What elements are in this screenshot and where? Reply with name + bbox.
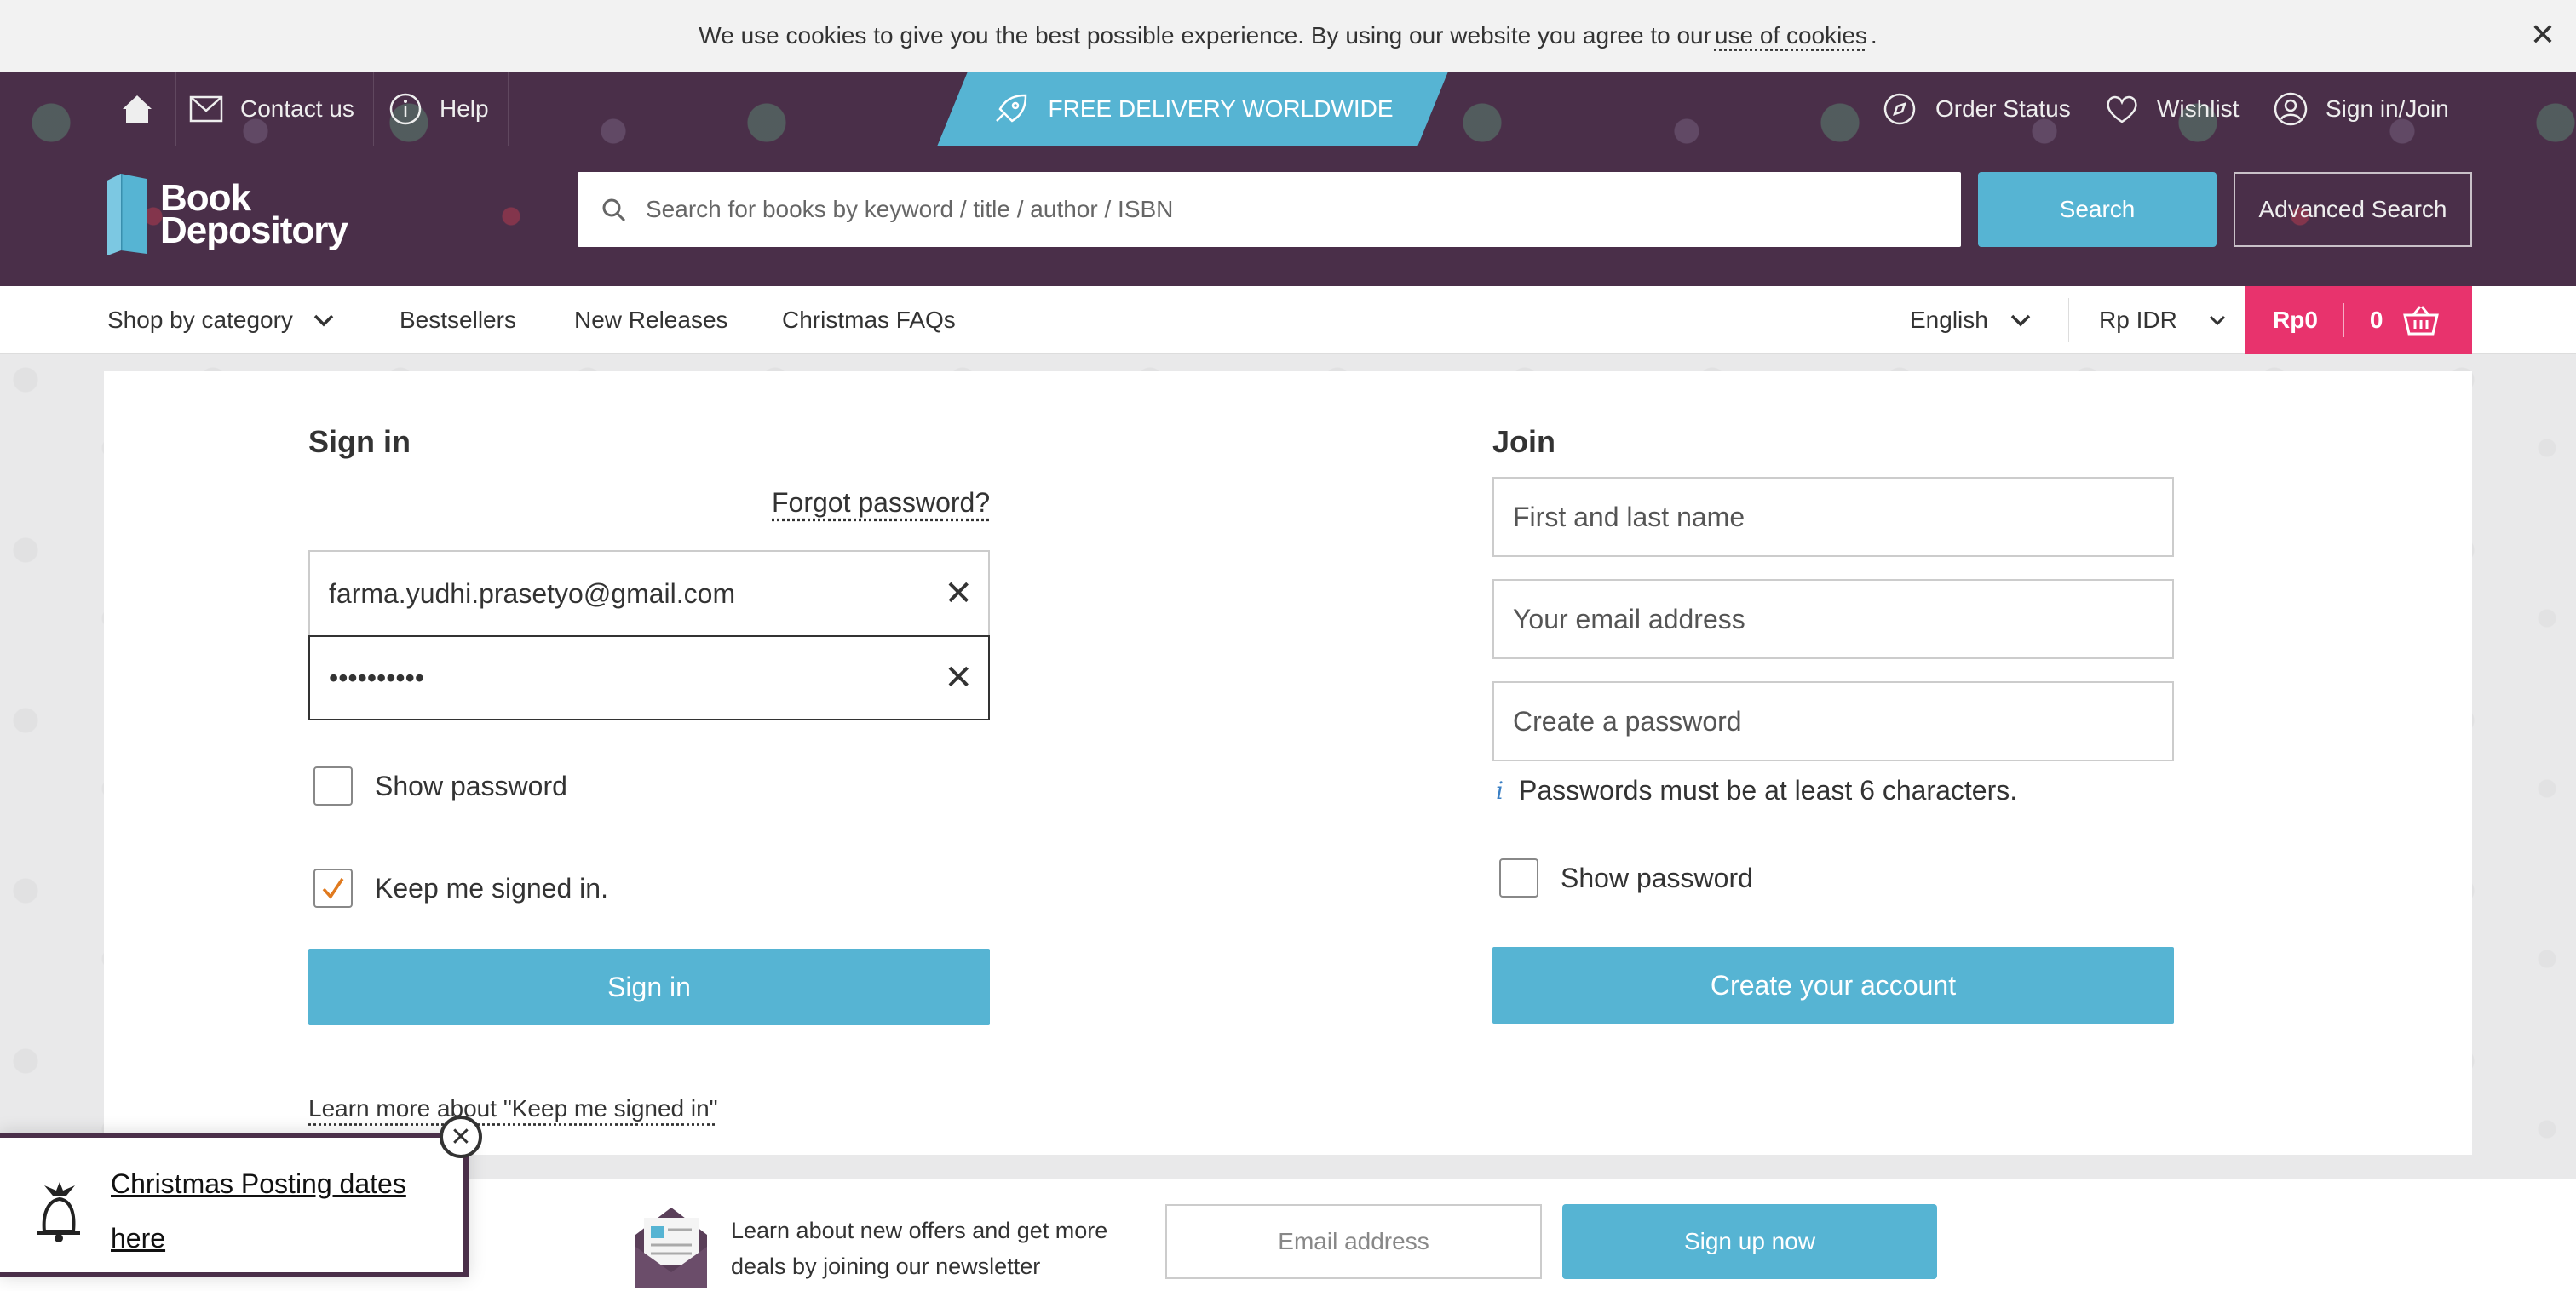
christmas-posting-popup: Christmas Posting dates here — [0, 1133, 469, 1277]
free-delivery-banner[interactable]: FREE DELIVERY WORLDWIDE — [937, 72, 1448, 146]
christmas-posting-dates-link[interactable]: Christmas Posting dates here — [111, 1156, 451, 1265]
cookie-text: We use cookies to give you the best poss… — [699, 22, 1711, 49]
nav-new-releases[interactable]: New Releases — [574, 286, 728, 354]
search-bar — [578, 172, 1961, 247]
free-delivery-label: FREE DELIVERY WORLDWIDE — [1048, 95, 1394, 122]
newsletter-signup-button[interactable]: Sign up now — [1562, 1204, 1937, 1279]
show-password-checkbox[interactable] — [313, 766, 353, 806]
home-icon — [123, 95, 152, 123]
currency-selector[interactable]: Rp IDR — [2099, 286, 2227, 354]
order-status-label: Order Status — [1935, 95, 2071, 122]
chevron-down-icon — [2209, 315, 2225, 326]
password-input[interactable] — [310, 637, 988, 719]
join-heading: Join — [1492, 424, 1556, 459]
join-email-input[interactable] — [1494, 581, 2172, 657]
nav-bestsellers[interactable]: Bestsellers — [400, 286, 516, 354]
chevron-down-icon — [2010, 314, 2031, 327]
password-hint-text: Passwords must be at least 6 characters. — [1518, 775, 2018, 806]
logo-line-2: Depository — [160, 209, 348, 251]
name-input[interactable] — [1494, 479, 2172, 555]
join-show-password-checkbox[interactable] — [1499, 858, 1538, 898]
language-label: English — [1910, 307, 1988, 333]
cookie-policy-link[interactable]: use of cookies — [1715, 22, 1867, 49]
home-link[interactable] — [119, 72, 155, 146]
divider — [508, 72, 509, 146]
name-field[interactable] — [1492, 477, 2174, 557]
email-field[interactable]: ✕ — [308, 550, 990, 635]
auth-card: Sign in Forgot password? ✕ ✕ Show passwo… — [104, 371, 2472, 1155]
search-input[interactable] — [578, 172, 1961, 247]
basket-count: 0 — [2369, 307, 2383, 333]
help-label: Help — [440, 95, 489, 122]
wishlist-label: Wishlist — [2157, 95, 2240, 122]
logo-text: Book Depository — [160, 180, 348, 251]
basket-total: Rp0 — [2273, 307, 2318, 333]
help-link[interactable]: Help — [388, 72, 489, 146]
shop-by-category-dropdown[interactable]: Shop by category — [107, 286, 336, 354]
divider — [2343, 303, 2344, 337]
currency-label: Rp IDR — [2099, 307, 2177, 333]
newsletter-email-input[interactable] — [1167, 1206, 1540, 1277]
join-show-password-label: Show password — [1561, 862, 1753, 893]
advanced-search-button[interactable]: Advanced Search — [2234, 172, 2472, 247]
sign-in-button[interactable]: Sign in — [308, 949, 990, 1025]
divider — [373, 72, 374, 146]
join-email-field[interactable] — [1492, 579, 2174, 659]
book-logo-icon — [107, 174, 147, 255]
keep-signed-in-option[interactable]: Keep me signed in. — [313, 869, 608, 908]
search-icon — [602, 198, 626, 222]
show-password-option[interactable]: Show password — [313, 766, 567, 806]
envelope-icon — [635, 1208, 707, 1288]
compass-icon — [1883, 93, 1916, 125]
chevron-down-icon — [313, 314, 334, 327]
user-icon — [2274, 92, 2308, 126]
join-show-password-option[interactable]: Show password — [1499, 858, 1753, 898]
create-password-field[interactable] — [1492, 681, 2174, 761]
popup-close-icon[interactable]: ✕ — [440, 1116, 482, 1158]
email-input[interactable] — [310, 552, 988, 635]
mail-icon — [189, 95, 223, 123]
top-bar: Contact us Help FREE DELIVERY WORLDWIDE — [0, 72, 2576, 146]
basket-icon — [2403, 306, 2440, 336]
password-field[interactable]: ✕ — [308, 635, 990, 720]
order-status-link[interactable]: Order Status — [1883, 72, 2071, 146]
newsletter-text: Learn about new offers and get more deal… — [731, 1218, 1108, 1279]
language-selector[interactable]: English — [1910, 286, 2033, 354]
contact-us-link[interactable]: Contact us — [189, 72, 354, 146]
site-header: Contact us Help FREE DELIVERY WORLDWIDE — [0, 72, 2576, 286]
heart-icon — [2107, 95, 2137, 123]
clear-password-icon[interactable]: ✕ — [944, 658, 973, 697]
cookie-suffix: . — [1870, 22, 1877, 49]
info-icon: i — [1496, 777, 1504, 805]
keep-signed-in-label: Keep me signed in. — [375, 872, 608, 904]
newsletter-email-field[interactable] — [1165, 1204, 1542, 1279]
show-password-label: Show password — [375, 770, 567, 801]
sign-in-heading: Sign in — [308, 424, 411, 459]
keep-signed-in-learn-more-link[interactable]: Learn more about "Keep me signed in" — [308, 1095, 718, 1122]
nav-christmas-faqs[interactable]: Christmas FAQs — [782, 286, 956, 354]
create-account-button[interactable]: Create your account — [1492, 947, 2174, 1024]
forgot-password-link[interactable]: Forgot password? — [772, 487, 990, 519]
basket-button[interactable]: Rp0 0 — [2245, 286, 2472, 354]
create-password-input[interactable] — [1494, 683, 2172, 760]
password-hint: i Passwords must be at least 6 character… — [1496, 775, 2017, 806]
sign-in-join-link[interactable]: Sign in/Join — [2273, 72, 2449, 146]
book-depository-logo[interactable]: Book Depository — [102, 172, 348, 257]
cookie-banner: We use cookies to give you the best poss… — [0, 0, 2576, 72]
checkmark-icon — [322, 878, 344, 899]
bell-icon — [37, 1182, 80, 1242]
contact-us-label: Contact us — [240, 95, 354, 122]
search-button[interactable]: Search — [1978, 172, 2217, 247]
clear-email-icon[interactable]: ✕ — [944, 574, 973, 613]
info-icon — [389, 93, 422, 125]
wishlist-link[interactable]: Wishlist — [2104, 72, 2239, 146]
sign-in-join-label: Sign in/Join — [2326, 95, 2449, 122]
cookie-close-icon[interactable]: ✕ — [2530, 17, 2556, 53]
rocket-icon — [996, 94, 1027, 123]
keep-signed-in-checkbox[interactable] — [313, 869, 353, 908]
divider — [2068, 298, 2069, 342]
divider — [175, 72, 176, 146]
shop-by-category-label: Shop by category — [107, 307, 293, 333]
main-nav: Shop by category Bestsellers New Release… — [0, 286, 2576, 354]
